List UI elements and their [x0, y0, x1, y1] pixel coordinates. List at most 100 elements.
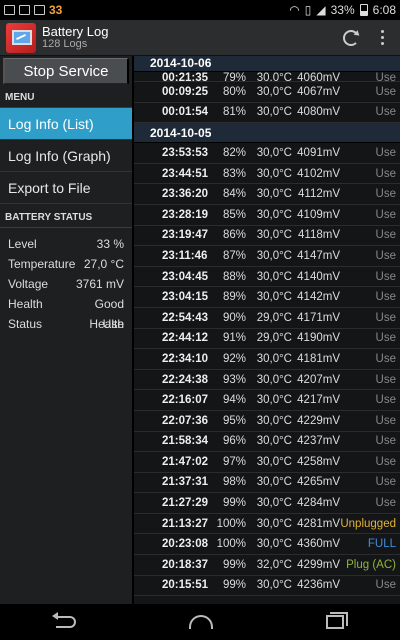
log-row[interactable]: 23:28:19 85% 30,0°C 4109mV Use [134, 205, 400, 226]
log-state: Use [375, 208, 396, 221]
log-level: 100% [216, 538, 246, 551]
menu-section-title: MENU [0, 84, 132, 108]
log-row[interactable]: 22:07:36 95% 30,0°C 4229mV Use [134, 411, 400, 432]
log-level: 87% [222, 249, 246, 262]
back-icon[interactable] [52, 612, 77, 628]
battery-percent: 33% [330, 3, 355, 17]
log-state: Use [375, 167, 396, 180]
notification-count: 33 [49, 3, 63, 17]
log-time: 00:01:54 [162, 106, 209, 119]
log-state: Use [375, 311, 396, 324]
log-time: 00:09:25 [162, 85, 209, 98]
log-row[interactable]: 22:34:10 92% 30,0°C 4181mV Use [134, 349, 400, 370]
log-row[interactable]: 21:58:34 96% 30,0°C 4237mV Use [134, 432, 400, 453]
log-temperature: 30,0°C [256, 455, 292, 468]
home-icon[interactable] [188, 615, 213, 629]
log-row[interactable]: 00:01:54 81% 30,0°C 4080mV Use [134, 103, 400, 124]
log-state: Use [375, 146, 396, 159]
log-voltage: 4284mV [297, 497, 340, 510]
app-title-block: Battery Log 128 Logs [42, 25, 109, 51]
log-voltage: 4067mV [297, 85, 340, 98]
log-row[interactable]: 20:15:51 99% 30,0°C 4236mV Use [134, 576, 400, 597]
log-row[interactable]: 22:44:12 91% 29,0°C 4190mV Use [134, 329, 400, 350]
sim-icon: ▯ [304, 3, 312, 17]
status-temperature: Temperature 27,0 °C [8, 257, 124, 271]
log-level: 100% [216, 517, 246, 530]
log-state: Use [375, 435, 396, 448]
log-row[interactable]: 23:53:53 82% 30,0°C 4091mV Use [134, 143, 400, 164]
log-voltage: 4281mV [297, 517, 340, 530]
menu-export-to-file[interactable]: Export to File [0, 172, 132, 204]
log-temperature: 30,0°C [256, 352, 292, 365]
log-level: 94% [222, 394, 246, 407]
log-row[interactable]: 22:16:07 94% 30,0°C 4217mV Use [134, 390, 400, 411]
log-level: 92% [222, 352, 246, 365]
log-voltage: 4265mV [297, 476, 340, 489]
log-level: 80% [222, 85, 246, 98]
log-count: 128 Logs [42, 37, 88, 50]
log-state: Plug (AC) [346, 558, 396, 571]
log-voltage: 4091mV [297, 146, 340, 159]
log-time: 21:47:02 [162, 455, 209, 468]
log-temperature: 30,0°C [256, 414, 292, 427]
date-header: 2014-10-05 [134, 123, 400, 144]
log-row[interactable]: 22:24:38 93% 30,0°C 4207mV Use [134, 370, 400, 391]
log-row[interactable]: 20:18:37 99% 32,0°C 4299mV Plug (AC) [134, 555, 400, 576]
app-logo-icon[interactable] [6, 22, 36, 53]
log-state: Use [375, 373, 396, 386]
signal-icon: ◢ [316, 3, 326, 17]
log-row[interactable]: 21:37:31 98% 30,0°C 4265mV Use [134, 473, 400, 494]
battery-icon [359, 4, 368, 16]
log-row[interactable]: 23:04:45 88% 30,0°C 4140mV Use [134, 267, 400, 288]
log-row[interactable]: 20:23:08 100% 30,0°C 4360mV FULL [134, 534, 400, 556]
log-state: Use [375, 72, 396, 82]
log-state: Use [375, 106, 396, 119]
log-temperature: 30,0°C [256, 106, 292, 119]
log-row[interactable]: 21:47:02 97% 30,0°C 4258mV Use [134, 452, 400, 473]
log-time: 23:53:53 [162, 146, 209, 159]
log-row[interactable]: 23:44:51 83% 30,0°C 4102mV Use [134, 164, 400, 185]
log-voltage: 4207mV [297, 373, 340, 386]
log-row[interactable]: 23:11:46 87% 30,0°C 4147mV Use [134, 246, 400, 267]
log-temperature: 30,0°C [256, 85, 292, 98]
log-voltage: 4109mV [297, 208, 340, 221]
recent-apps-icon[interactable] [325, 612, 348, 629]
log-time: 22:07:36 [162, 414, 209, 427]
log-level: 93% [222, 373, 246, 386]
log-temperature: 30,0°C [256, 373, 292, 386]
log-row[interactable]: 23:04:15 89% 30,0°C 4142mV Use [134, 287, 400, 308]
log-voltage: 4102mV [297, 167, 340, 180]
log-voltage: 4181mV [297, 352, 340, 365]
log-temperature: 30,0°C [256, 72, 292, 82]
status-state: Status Use [8, 317, 124, 331]
menu-log-info-list[interactable]: Log Info (List) [0, 108, 132, 140]
log-state: Use [375, 579, 396, 592]
log-row[interactable]: 23:36:20 84% 30,0°C 4112mV Use [134, 184, 400, 205]
log-voltage: 4112mV [298, 188, 340, 201]
log-list[interactable]: 2014-10-06 00:21:35 79% 30,0°C 4060mV Use 00:0… [134, 56, 400, 604]
stop-service-button[interactable]: Stop Service [3, 58, 129, 84]
log-state: Use [375, 352, 396, 365]
log-row[interactable]: 23:19:47 86% 30,0°C 4118mV Use [134, 226, 400, 247]
log-voltage: 4217mV [297, 394, 340, 407]
log-state: Use [375, 188, 396, 201]
menu-log-info-graph[interactable]: Log Info (Graph) [0, 140, 132, 172]
overflow-menu-icon[interactable] [381, 30, 384, 45]
log-row[interactable]: 00:09:25 80% 30,0°C 4067mV Use [134, 82, 400, 103]
log-row[interactable]: 21:27:29 99% 30,0°C 4284mV Use [134, 493, 400, 514]
log-row[interactable]: 00:21:35 79% 30,0°C 4060mV Use [134, 72, 400, 82]
log-level: 90% [222, 311, 246, 324]
log-voltage: 4190mV [297, 332, 340, 345]
log-row[interactable]: 22:54:43 90% 29,0°C 4171mV Use [134, 308, 400, 329]
email-notification-icon [19, 5, 30, 15]
log-voltage: 4060mV [297, 72, 340, 82]
log-temperature: 30,0°C [256, 146, 292, 159]
log-level: 83% [222, 167, 246, 180]
app-title: Battery Log [42, 23, 109, 39]
refresh-icon[interactable] [343, 29, 359, 46]
log-time: 21:58:34 [162, 435, 209, 448]
log-temperature: 30,0°C [256, 517, 292, 530]
battery-status-title: BATTERY STATUS [0, 204, 132, 228]
log-row[interactable]: 21:13:27 100% 30,0°C 4281mV Unplugged [134, 514, 400, 535]
log-voltage: 4080mV [297, 106, 340, 119]
